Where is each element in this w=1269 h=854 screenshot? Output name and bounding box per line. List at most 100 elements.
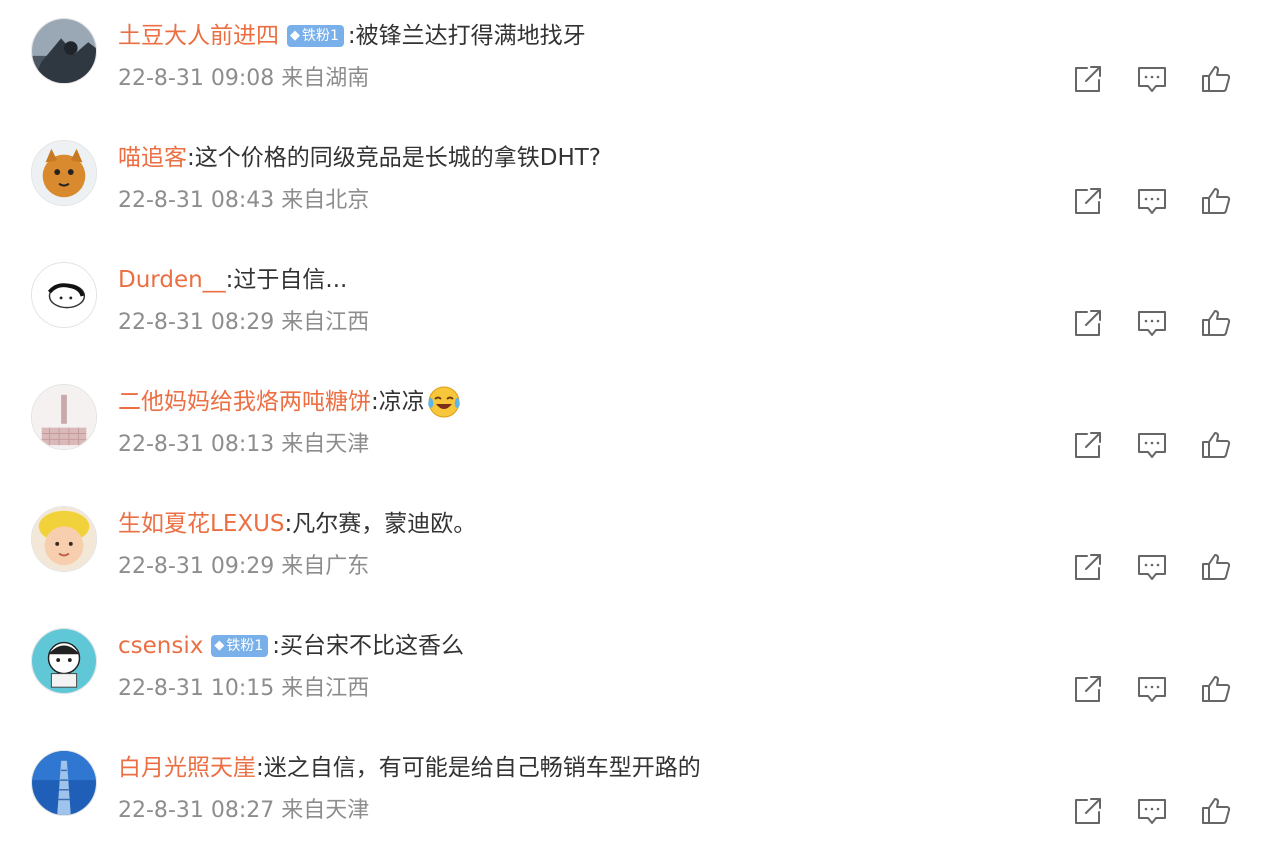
comment-time: 22-8-31 09:29 (118, 554, 275, 579)
reply-button[interactable] (1136, 429, 1168, 461)
fan-badge[interactable]: ◆ 铁粉1 (287, 25, 344, 47)
comment-item: 土豆大人前进四 ◆ 铁粉1 :被锋兰达打得满地找牙 22-8-31 09:08 来… (0, 0, 1269, 122)
share-icon (1075, 66, 1101, 92)
comment-meta: 22-8-31 08:43 来自北京 (118, 184, 369, 218)
reply-button[interactable] (1136, 673, 1168, 705)
avatar[interactable] (31, 262, 97, 328)
comment-text: :过于自信... (225, 267, 348, 293)
comment-time: 22-8-31 10:15 (118, 676, 275, 701)
comment-item: csensix ◆ 铁粉1 :买台宋不比这香么 22-8-31 10:15 来自江… (0, 610, 1269, 732)
like-icon (1202, 188, 1231, 214)
avatar[interactable] (31, 384, 97, 450)
comment-location: 来自天津 (281, 432, 370, 457)
like-icon (1202, 432, 1231, 458)
reply-button[interactable] (1136, 307, 1168, 339)
comment-icon (1138, 433, 1166, 458)
like-button[interactable] (1200, 63, 1232, 95)
share-button[interactable] (1072, 185, 1104, 217)
comment-item: Durden__ :过于自信... 22-8-31 08:29 来自江西 (0, 244, 1269, 366)
comment-meta: 22-8-31 08:13 来自天津 (118, 428, 369, 462)
username-link[interactable]: 土豆大人前进四 (118, 18, 279, 54)
like-icon (1202, 798, 1231, 824)
comment-icon (1138, 799, 1166, 824)
like-button[interactable] (1200, 551, 1232, 583)
comment-location: 来自湖南 (281, 66, 370, 91)
comment-text: :凉凉 (371, 389, 425, 415)
diamond-icon: ◆ (214, 638, 225, 653)
comment-location: 来自江西 (281, 676, 370, 701)
comment-icon (1138, 189, 1166, 214)
username-link[interactable]: 二他妈妈给我烙两吨糖饼 (118, 384, 371, 420)
like-button[interactable] (1200, 185, 1232, 217)
comment-actions (1072, 62, 1232, 96)
comment-meta: 22-8-31 09:29 来自广东 (118, 550, 369, 584)
reply-button[interactable] (1136, 551, 1168, 583)
share-button[interactable] (1072, 429, 1104, 461)
comment-text: :买台宋不比这香么 (272, 633, 465, 659)
like-icon (1202, 554, 1231, 580)
comment-location: 来自北京 (281, 188, 370, 213)
comment-icon (1138, 677, 1166, 702)
comment-meta: 22-8-31 10:15 来自江西 (118, 672, 369, 706)
comment-item: 喵追客 :这个价格的同级竞品是长城的拿铁DHT? 22-8-31 08:43 来… (0, 122, 1269, 244)
like-button[interactable] (1200, 673, 1232, 705)
comment-text: :迷之自信，有可能是给自己畅销车型开路的 (256, 755, 701, 781)
share-icon (1075, 432, 1101, 458)
like-button[interactable] (1200, 795, 1232, 827)
share-icon (1075, 798, 1101, 824)
avatar[interactable] (31, 628, 97, 694)
comment-icon (1138, 67, 1166, 92)
share-icon (1075, 310, 1101, 336)
comment-location: 来自江西 (281, 310, 370, 335)
avatar[interactable] (31, 140, 97, 206)
username-link[interactable]: 白月光照天崖 (118, 750, 256, 786)
share-icon (1075, 676, 1101, 702)
avatar[interactable] (31, 506, 97, 572)
avatar[interactable] (31, 18, 97, 84)
share-button[interactable] (1072, 63, 1104, 95)
reply-button[interactable] (1136, 795, 1168, 827)
comment-meta: 22-8-31 09:08 来自湖南 (118, 62, 369, 96)
comment-text: :这个价格的同级竞品是长城的拿铁DHT? (187, 145, 602, 171)
like-icon (1202, 66, 1231, 92)
avatar[interactable] (31, 750, 97, 816)
fan-badge[interactable]: ◆ 铁粉1 (211, 635, 269, 657)
comment-icon (1138, 555, 1166, 580)
comment-meta: 22-8-31 08:27 来自天津 (118, 794, 369, 828)
username-link[interactable]: Durden__ (118, 262, 226, 298)
comment-time: 22-8-31 08:29 (118, 310, 275, 335)
like-button[interactable] (1200, 307, 1232, 339)
comment-actions (1072, 306, 1232, 340)
username-link[interactable]: 喵追客 (118, 140, 187, 176)
username-link[interactable]: csensix (118, 628, 203, 664)
comment-time: 22-8-31 08:27 (118, 798, 275, 823)
comment-meta: 22-8-31 08:29 来自江西 (118, 306, 369, 340)
share-icon (1075, 554, 1101, 580)
like-icon (1202, 676, 1231, 702)
comment-time: 22-8-31 09:08 (118, 66, 275, 91)
comment-item: 二他妈妈给我烙两吨糖饼 :凉凉 22-8-31 08:13 来自天津 (0, 366, 1269, 488)
comment-list: 土豆大人前进四 ◆ 铁粉1 :被锋兰达打得满地找牙 22-8-31 09:08 来… (0, 0, 1269, 842)
reply-button[interactable] (1136, 185, 1168, 217)
comment-item: 生如夏花LEXUS :凡尔赛，蒙迪欧。 22-8-31 09:29 来自广东 (0, 488, 1269, 610)
comment-text: :凡尔赛，蒙迪欧。 (284, 511, 477, 537)
comment-text: :被锋兰达打得满地找牙 (347, 23, 586, 49)
comment-time: 22-8-31 08:13 (118, 432, 275, 457)
comment-actions (1072, 428, 1232, 462)
share-button[interactable] (1072, 307, 1104, 339)
reply-button[interactable] (1136, 63, 1168, 95)
username-link[interactable]: 生如夏花LEXUS (118, 506, 285, 542)
tears-of-joy-emoji (427, 386, 460, 418)
comment-actions (1072, 672, 1232, 706)
share-button[interactable] (1072, 673, 1104, 705)
share-icon (1075, 188, 1101, 214)
comment-actions (1072, 550, 1232, 584)
comment-item: 白月光照天崖 :迷之自信，有可能是给自己畅销车型开路的 22-8-31 08:2… (0, 732, 1269, 854)
share-button[interactable] (1072, 795, 1104, 827)
share-button[interactable] (1072, 551, 1104, 583)
comment-actions (1072, 184, 1232, 218)
comment-actions (1072, 794, 1232, 828)
comment-time: 22-8-31 08:43 (118, 188, 275, 213)
like-icon (1202, 310, 1231, 336)
like-button[interactable] (1200, 429, 1232, 461)
